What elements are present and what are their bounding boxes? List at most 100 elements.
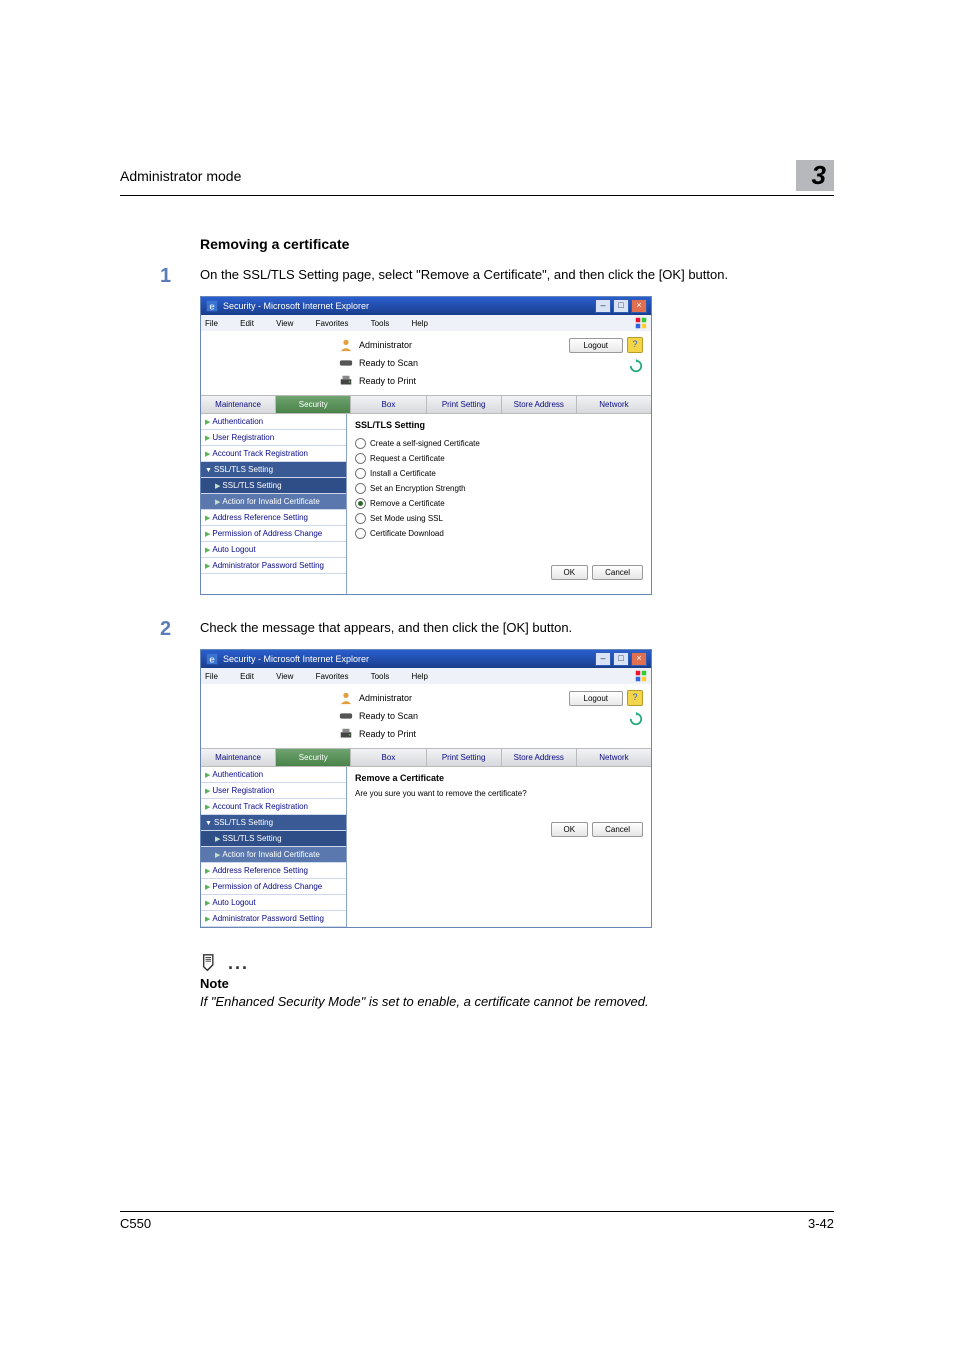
tab-maintenance[interactable]: Maintenance xyxy=(201,396,276,413)
sidebar-item-address-reference[interactable]: ▶Address Reference Setting xyxy=(201,863,346,879)
content-panel: SSL/TLS Setting Create a self-signed Cer… xyxy=(347,414,651,594)
note-label: Note xyxy=(200,976,740,991)
sidebar-item-account-track[interactable]: ▶Account Track Registration xyxy=(201,446,346,462)
tab-print-setting[interactable]: Print Setting xyxy=(427,749,502,766)
tab-maintenance[interactable]: Maintenance xyxy=(201,749,276,766)
minimize-button[interactable]: – xyxy=(595,299,611,313)
help-button[interactable]: ? xyxy=(627,337,643,353)
tab-store-address[interactable]: Store Address xyxy=(502,749,577,766)
sidebar-item-account-track[interactable]: ▶Account Track Registration xyxy=(201,799,346,815)
sidebar-sub-action-invalid[interactable]: ▶Action for Invalid Certificate xyxy=(201,494,346,510)
radio-install-cert[interactable]: Install a Certificate xyxy=(355,466,643,481)
menu-tools[interactable]: Tools xyxy=(371,672,400,681)
maximize-button[interactable]: □ xyxy=(613,299,629,313)
tab-box[interactable]: Box xyxy=(351,749,426,766)
cancel-button[interactable]: Cancel xyxy=(592,822,643,837)
scanner-icon xyxy=(339,356,353,370)
tab-box[interactable]: Box xyxy=(351,396,426,413)
page-footer: C550 3-42 xyxy=(120,1211,834,1231)
app-header: Administrator Ready to Scan Ready to Pri… xyxy=(201,331,651,395)
window-title: Security - Microsoft Internet Explorer xyxy=(223,301,369,311)
logout-button[interactable]: Logout xyxy=(569,691,623,706)
windows-flag-icon xyxy=(635,670,647,682)
radio-create-selfsigned[interactable]: Create a self-signed Certificate xyxy=(355,436,643,451)
ie-icon: e xyxy=(205,299,219,313)
scanner-icon xyxy=(339,709,353,723)
tab-security[interactable]: Security xyxy=(276,396,351,413)
menu-file[interactable]: File xyxy=(205,672,228,681)
refresh-icon[interactable] xyxy=(629,712,643,726)
sidebar-sub-ssltls-setting[interactable]: ▶SSL/TLS Setting xyxy=(201,831,346,847)
administrator-icon xyxy=(339,691,353,705)
radio-cert-download[interactable]: Certificate Download xyxy=(355,526,643,541)
minimize-button[interactable]: – xyxy=(595,652,611,666)
menu-favorites[interactable]: Favorites xyxy=(316,672,359,681)
windows-flag-icon xyxy=(635,317,647,329)
menu-edit[interactable]: Edit xyxy=(240,319,264,328)
cancel-button[interactable]: Cancel xyxy=(592,565,643,580)
sidebar-sub-action-invalid[interactable]: ▶Action for Invalid Certificate xyxy=(201,847,346,863)
panel-title: Remove a Certificate xyxy=(355,773,643,783)
sidebar-item-authentication[interactable]: ▶Authentication xyxy=(201,767,346,783)
sidebar-item-address-reference[interactable]: ▶Address Reference Setting xyxy=(201,510,346,526)
role-label: Administrator xyxy=(359,693,412,703)
sidebar-item-admin-password[interactable]: ▶Administrator Password Setting xyxy=(201,558,346,574)
tab-network[interactable]: Network xyxy=(577,396,651,413)
ready-print-label: Ready to Print xyxy=(359,376,416,386)
ok-button[interactable]: OK xyxy=(551,822,589,837)
tab-security[interactable]: Security xyxy=(276,749,351,766)
tab-network[interactable]: Network xyxy=(577,749,651,766)
sidebar-item-user-registration[interactable]: ▶User Registration xyxy=(201,430,346,446)
menu-view[interactable]: View xyxy=(276,319,303,328)
header-title: Administrator mode xyxy=(120,168,241,184)
close-button[interactable]: × xyxy=(631,299,647,313)
sidebar-item-authentication[interactable]: ▶Authentication xyxy=(201,414,346,430)
menu-help[interactable]: Help xyxy=(412,672,438,681)
sidebar-item-permission-address[interactable]: ▶Permission of Address Change xyxy=(201,526,346,542)
menu-tools[interactable]: Tools xyxy=(371,319,400,328)
footer-page: 3-42 xyxy=(808,1216,834,1231)
logout-button[interactable]: Logout xyxy=(569,338,623,353)
tab-store-address[interactable]: Store Address xyxy=(502,396,577,413)
radio-request-cert[interactable]: Request a Certificate xyxy=(355,451,643,466)
sidebar-item-ssltls[interactable]: ▼SSL/TLS Setting xyxy=(201,815,346,831)
radio-enc-strength[interactable]: Set an Encryption Strength xyxy=(355,481,643,496)
menu-edit[interactable]: Edit xyxy=(240,672,264,681)
role-label: Administrator xyxy=(359,340,412,350)
menu-file[interactable]: File xyxy=(205,319,228,328)
note-block: ... Note If "Enhanced Security Mode" is … xyxy=(200,952,740,1011)
content-panel: Remove a Certificate Are you sure you wa… xyxy=(347,767,651,927)
sidebar-item-auto-logout[interactable]: ▶Auto Logout xyxy=(201,895,346,911)
app-header: Administrator Ready to Scan Ready to Pri… xyxy=(201,684,651,748)
ok-button[interactable]: OK xyxy=(551,565,589,580)
sidebar-item-permission-address[interactable]: ▶Permission of Address Change xyxy=(201,879,346,895)
svg-text:e: e xyxy=(209,302,214,313)
note-dots: ... xyxy=(228,953,249,974)
sidebar-item-user-registration[interactable]: ▶User Registration xyxy=(201,783,346,799)
tab-print-setting[interactable]: Print Setting xyxy=(427,396,502,413)
sidebar-item-auto-logout[interactable]: ▶Auto Logout xyxy=(201,542,346,558)
maximize-button[interactable]: □ xyxy=(613,652,629,666)
step-number: 2 xyxy=(160,619,200,639)
window-titlebar: e Security - Microsoft Internet Explorer… xyxy=(201,650,651,668)
footer-model: C550 xyxy=(120,1216,151,1231)
menu-view[interactable]: View xyxy=(276,672,303,681)
ready-print-label: Ready to Print xyxy=(359,729,416,739)
window-titlebar: e Security - Microsoft Internet Explorer… xyxy=(201,297,651,315)
radio-ssl-mode[interactable]: Set Mode using SSL xyxy=(355,511,643,526)
radio-remove-cert[interactable]: Remove a Certificate xyxy=(355,496,643,511)
confirm-message: Are you sure you want to remove the cert… xyxy=(355,789,643,798)
menu-favorites[interactable]: Favorites xyxy=(316,319,359,328)
step-2: 2 Check the message that appears, and th… xyxy=(160,619,834,639)
screenshot-2: e Security - Microsoft Internet Explorer… xyxy=(200,649,652,928)
menu-help[interactable]: Help xyxy=(412,319,438,328)
sidebar-item-admin-password[interactable]: ▶Administrator Password Setting xyxy=(201,911,346,927)
sidebar-item-ssltls[interactable]: ▼SSL/TLS Setting xyxy=(201,462,346,478)
help-button[interactable]: ? xyxy=(627,690,643,706)
close-button[interactable]: × xyxy=(631,652,647,666)
step-1: 1 On the SSL/TLS Setting page, select "R… xyxy=(160,266,834,286)
ready-scan-label: Ready to Scan xyxy=(359,358,418,368)
note-body: If "Enhanced Security Mode" is set to en… xyxy=(200,993,740,1011)
sidebar-sub-ssltls-setting[interactable]: ▶SSL/TLS Setting xyxy=(201,478,346,494)
refresh-icon[interactable] xyxy=(629,359,643,373)
